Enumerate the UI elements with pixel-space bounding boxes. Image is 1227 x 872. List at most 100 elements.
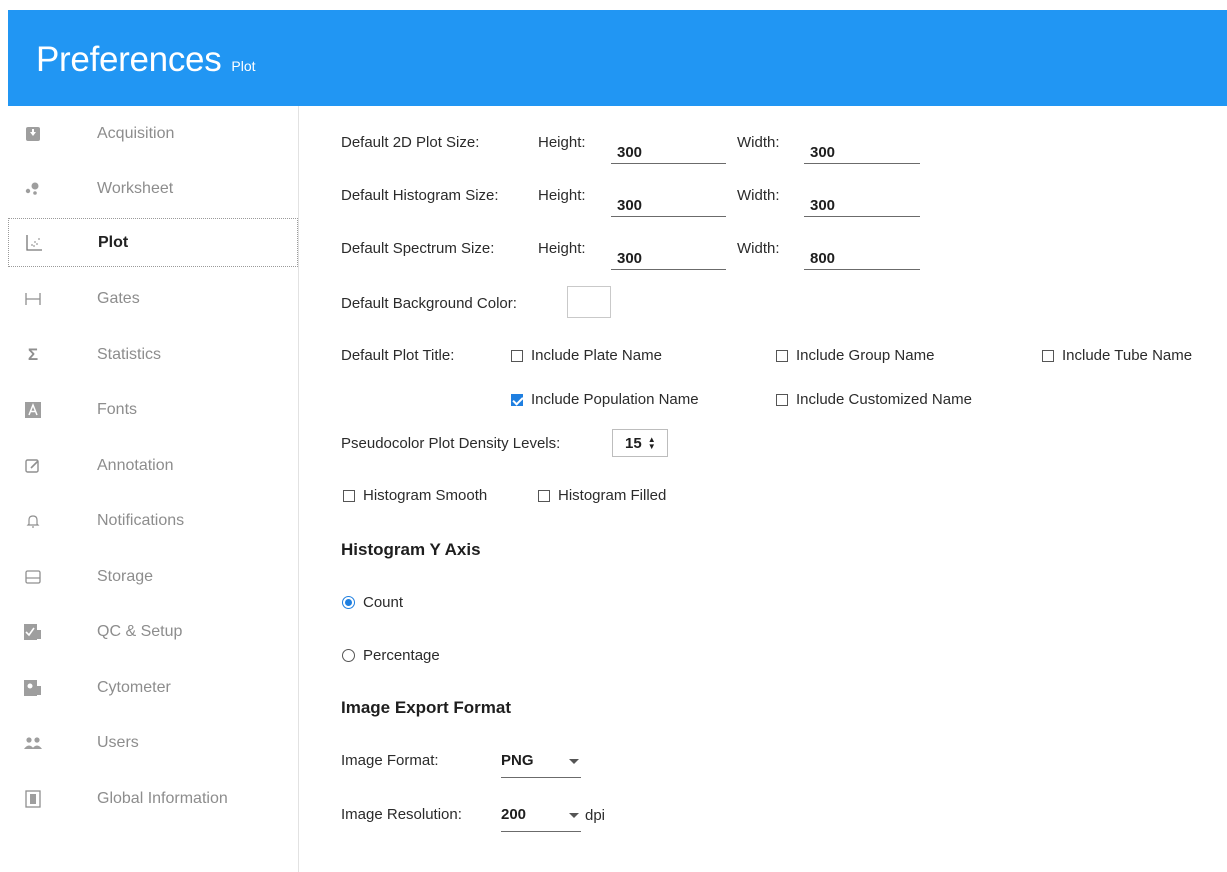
page-subtitle: Plot — [231, 58, 256, 74]
plot2d-size-label: Default 2D Plot Size: — [341, 134, 480, 151]
plot2d-width-input[interactable]: 300 — [804, 134, 920, 164]
sidebar-item-label: Annotation — [97, 456, 174, 474]
sidebar-item-label: Storage — [97, 567, 154, 585]
histogram-height-input[interactable]: 300 — [611, 187, 726, 217]
density-levels-value: 15 — [625, 434, 642, 452]
sidebar-item-users[interactable]: Users — [8, 718, 298, 767]
sidebar-item-label: Notifications — [97, 511, 185, 529]
histogram-smooth-checkbox[interactable]: Histogram Smooth — [343, 487, 487, 504]
checkbox-box — [343, 489, 355, 502]
image-export-title: Image Export Format — [341, 698, 512, 717]
image-resolution-value: 200 — [501, 806, 527, 823]
density-levels-label: Pseudocolor Plot Density Levels: — [341, 435, 561, 452]
checkbox-label: Include Group Name — [796, 347, 935, 364]
sidebar-item-gates[interactable]: Gates — [8, 274, 298, 323]
sigma-icon: Σ — [27, 344, 39, 364]
checkbox-box — [776, 393, 788, 406]
plot2d-width-label: Width: — [737, 134, 780, 151]
checkbox-label: Include Customized Name — [796, 391, 972, 408]
include-tube-name-checkbox[interactable]: Include Tube Name — [1042, 347, 1192, 364]
resolution-unit-label: dpi — [585, 807, 606, 824]
histogram-width-input[interactable]: 300 — [804, 187, 920, 217]
image-resolution-select[interactable]: 200 — [501, 798, 581, 832]
sidebar-item-fonts[interactable]: Fonts — [8, 385, 298, 434]
sidebar-item-qc-setup[interactable]: QC & Setup — [8, 607, 298, 656]
spectrum-height-label: Height: — [538, 240, 586, 257]
bell-icon — [22, 510, 44, 532]
sidebar-item-worksheet[interactable]: Worksheet — [8, 164, 298, 213]
annotation-icon — [22, 455, 44, 477]
sidebar-item-acquisition[interactable]: Acquisition — [8, 109, 298, 158]
radio-dot — [342, 649, 355, 662]
header-bar: Preferences Plot — [8, 10, 1227, 106]
background-color-label: Default Background Color: — [341, 295, 517, 312]
sidebar-item-cytometer[interactable]: Cytometer — [8, 663, 298, 712]
percentage-radio[interactable]: Percentage — [342, 647, 440, 664]
sidebar-item-label: Worksheet — [97, 179, 174, 197]
histogram-filled-checkbox[interactable]: Histogram Filled — [538, 487, 666, 504]
checkbox-label: Include Tube Name — [1062, 347, 1193, 364]
image-format-label: Image Format: — [341, 752, 439, 769]
radio-selected-dot — [342, 596, 355, 609]
sidebar-item-label: Cytometer — [97, 678, 171, 696]
sidebar-item-statistics[interactable]: Σ Statistics — [8, 330, 298, 379]
checkbox-label: Histogram Filled — [558, 487, 667, 504]
plot2d-height-input[interactable]: 300 — [611, 134, 726, 164]
spectrum-height-input[interactable]: 300 — [611, 240, 726, 270]
plot2d-height-label: Height: — [538, 134, 586, 151]
checkbox-label: Histogram Smooth — [363, 487, 488, 504]
checkbox-box — [776, 349, 788, 362]
checkbox-box — [511, 349, 523, 362]
checkbox-box — [538, 489, 550, 502]
sidebar-item-label: Plot — [98, 233, 129, 251]
sidebar-item-annotation[interactable]: Annotation — [8, 441, 298, 490]
sidebar-item-label: Global Information — [97, 789, 228, 807]
chevron-down-icon — [569, 759, 579, 764]
worksheet-icon — [22, 178, 44, 200]
cytometer-icon — [22, 677, 44, 699]
checkbox-checked-box — [511, 393, 523, 406]
sidebar-item-label: Fonts — [97, 400, 138, 418]
checkbox-label: Include Plate Name — [531, 347, 662, 364]
spectrum-size-label: Default Spectrum Size: — [341, 240, 495, 257]
sidebar-item-plot[interactable]: Plot — [8, 218, 298, 267]
chevron-down-icon — [569, 813, 579, 818]
count-radio[interactable]: Count — [342, 594, 403, 611]
plot-title-label: Default Plot Title: — [341, 347, 455, 364]
histogram-height-label: Height: — [538, 187, 586, 204]
histogram-size-label: Default Histogram Size: — [341, 187, 499, 204]
stepper-arrows-icon[interactable]: ▲ ▼ — [648, 436, 656, 451]
users-icon — [22, 732, 44, 754]
image-format-value: PNG — [501, 752, 534, 769]
sidebar-item-label: Users — [97, 733, 139, 751]
background-color-swatch[interactable] — [567, 286, 611, 318]
page-title: Preferences — [36, 40, 222, 79]
image-format-select[interactable]: PNG — [501, 744, 581, 778]
include-customized-name-checkbox[interactable]: Include Customized Name — [776, 391, 972, 408]
acquisition-icon — [22, 123, 44, 145]
sidebar-item-label: QC & Setup — [97, 622, 183, 640]
image-resolution-label: Image Resolution: — [341, 806, 462, 823]
plot-icon — [23, 232, 45, 254]
sidebar-item-label: Acquisition — [97, 124, 175, 142]
sidebar-item-storage[interactable]: Storage — [8, 552, 298, 601]
gates-icon — [22, 288, 44, 310]
sidebar: Acquisition Worksheet Plot Gates Σ Stati… — [8, 106, 299, 872]
spectrum-width-label: Width: — [737, 240, 780, 257]
font-icon — [22, 399, 44, 421]
spectrum-width-input[interactable]: 800 — [804, 240, 920, 270]
sidebar-item-label: Statistics — [97, 345, 162, 363]
global-information-icon — [22, 788, 44, 810]
sidebar-item-label: Gates — [97, 289, 140, 307]
include-group-name-checkbox[interactable]: Include Group Name — [776, 347, 934, 364]
checkbox-box — [1042, 349, 1054, 362]
checkbox-label: Include Population Name — [531, 391, 699, 408]
include-plate-name-checkbox[interactable]: Include Plate Name — [511, 347, 662, 364]
include-population-name-checkbox[interactable]: Include Population Name — [511, 391, 699, 408]
histogram-width-label: Width: — [737, 187, 780, 204]
sidebar-item-global-information[interactable]: Global Information — [8, 774, 298, 823]
density-levels-stepper[interactable]: 15 ▲ ▼ — [612, 429, 668, 457]
plot-preferences-panel: Default 2D Plot Size: Height: 300 Width:… — [299, 106, 1227, 872]
sidebar-item-notifications[interactable]: Notifications — [8, 496, 298, 545]
histogram-y-axis-title: Histogram Y Axis — [341, 540, 481, 559]
